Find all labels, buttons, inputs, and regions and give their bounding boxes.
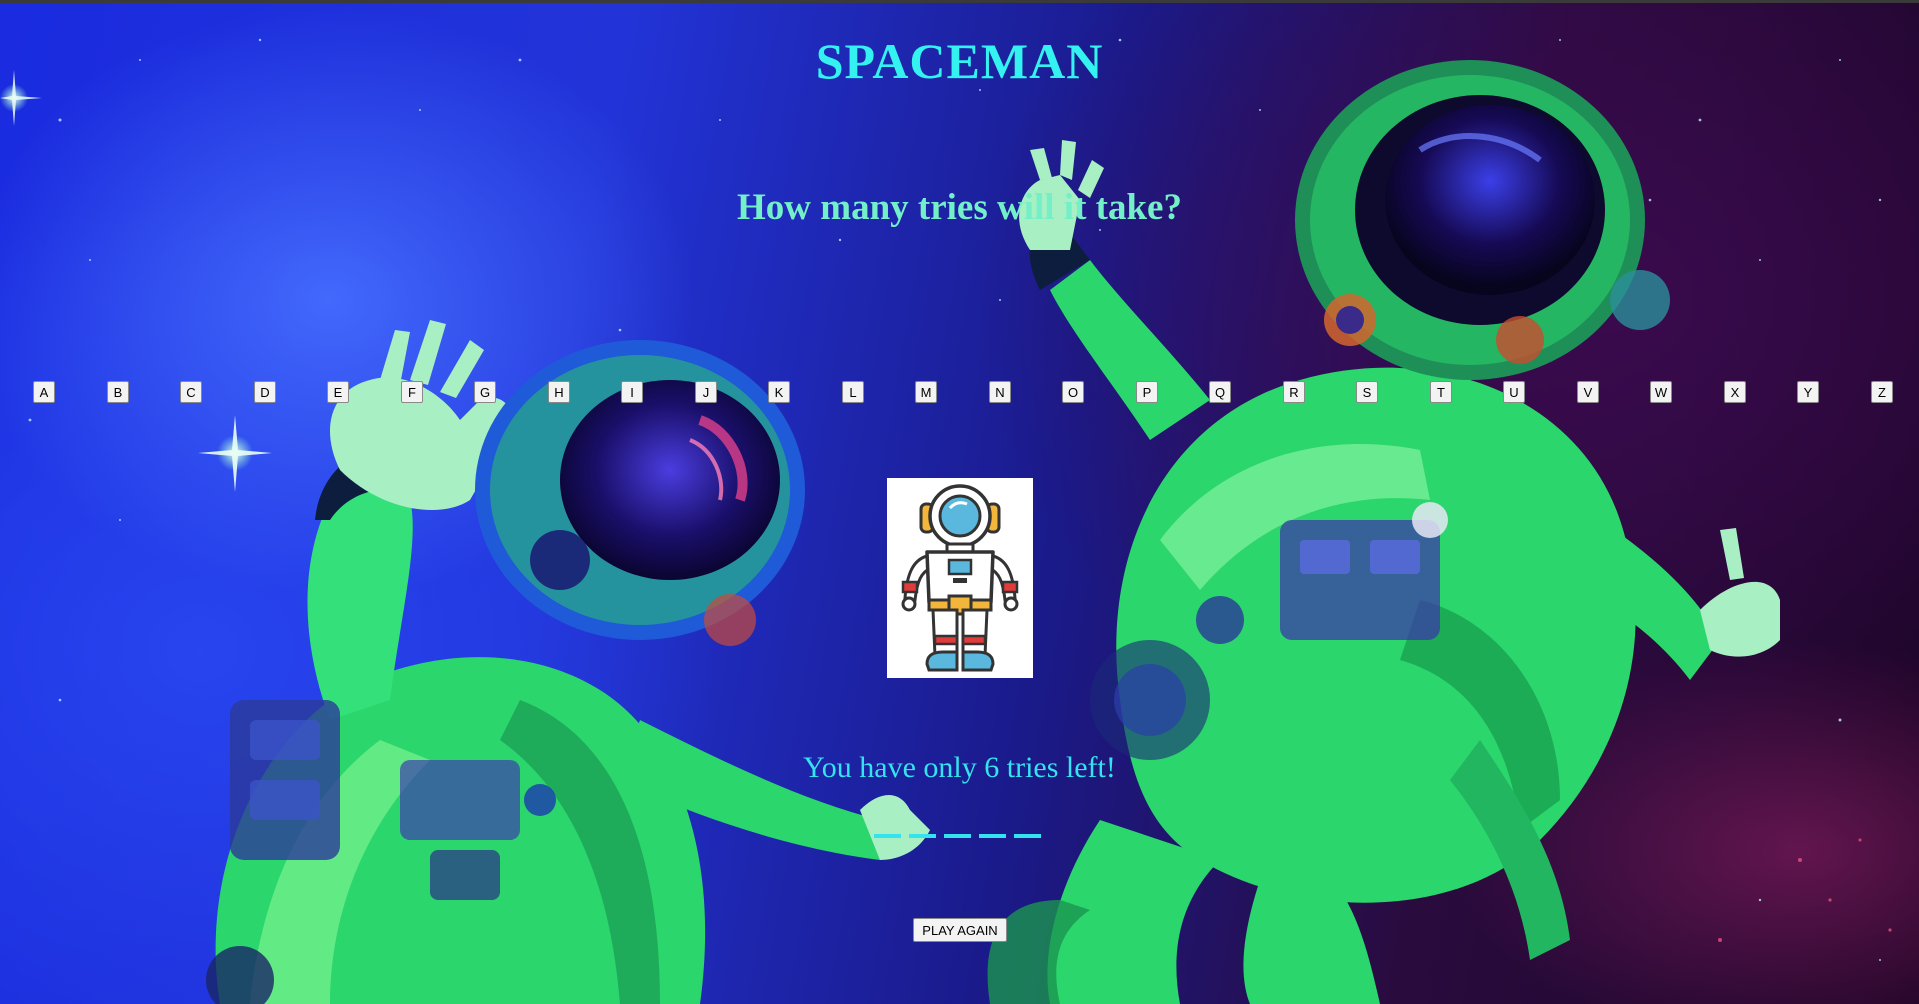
word-blank bbox=[979, 834, 1006, 838]
astronaut-icon bbox=[901, 484, 1019, 672]
letter-button-a[interactable]: A bbox=[33, 381, 55, 403]
tries-left-message: You have only 6 tries left! bbox=[803, 751, 1116, 784]
letter-button-b[interactable]: B bbox=[107, 381, 129, 403]
word-blank bbox=[909, 834, 936, 838]
play-again-button[interactable]: PLAY AGAIN bbox=[913, 918, 1007, 942]
letter-button-p[interactable]: P bbox=[1136, 381, 1158, 403]
letter-button-e[interactable]: E bbox=[327, 381, 349, 403]
letter-button-r[interactable]: R bbox=[1283, 381, 1305, 403]
top-border bbox=[0, 0, 1919, 3]
word-blank bbox=[1014, 834, 1041, 838]
letter-button-i[interactable]: I bbox=[621, 381, 643, 403]
word-blank bbox=[874, 834, 901, 838]
game-subtitle: How many tries will it take? bbox=[737, 187, 1182, 228]
letter-button-x[interactable]: X bbox=[1724, 381, 1746, 403]
letter-button-c[interactable]: C bbox=[180, 381, 202, 403]
letter-button-v[interactable]: V bbox=[1577, 381, 1599, 403]
letter-button-s[interactable]: S bbox=[1356, 381, 1378, 403]
letter-buttons-row: A B C D E F G H I J K L M N O P Q R S T U V W X Y Z bbox=[0, 381, 1919, 407]
letter-button-w[interactable]: W bbox=[1650, 381, 1672, 403]
letter-button-o[interactable]: O bbox=[1062, 381, 1084, 403]
letter-button-l[interactable]: L bbox=[842, 381, 864, 403]
letter-button-z[interactable]: Z bbox=[1871, 381, 1893, 403]
letter-button-g[interactable]: G bbox=[474, 381, 496, 403]
word-blank bbox=[944, 834, 971, 838]
letter-button-k[interactable]: K bbox=[768, 381, 790, 403]
letter-button-t[interactable]: T bbox=[1430, 381, 1452, 403]
letter-button-j[interactable]: J bbox=[695, 381, 717, 403]
letter-button-f[interactable]: F bbox=[401, 381, 423, 403]
spaceman-figure bbox=[887, 478, 1033, 678]
letter-button-y[interactable]: Y bbox=[1797, 381, 1819, 403]
letter-button-d[interactable]: D bbox=[254, 381, 276, 403]
letter-button-q[interactable]: Q bbox=[1209, 381, 1231, 403]
letter-button-h[interactable]: H bbox=[548, 381, 570, 403]
game-title: SPACEMAN bbox=[815, 33, 1104, 89]
letter-button-m[interactable]: M bbox=[915, 381, 937, 403]
letter-button-n[interactable]: N bbox=[989, 381, 1011, 403]
letter-button-u[interactable]: U bbox=[1503, 381, 1525, 403]
